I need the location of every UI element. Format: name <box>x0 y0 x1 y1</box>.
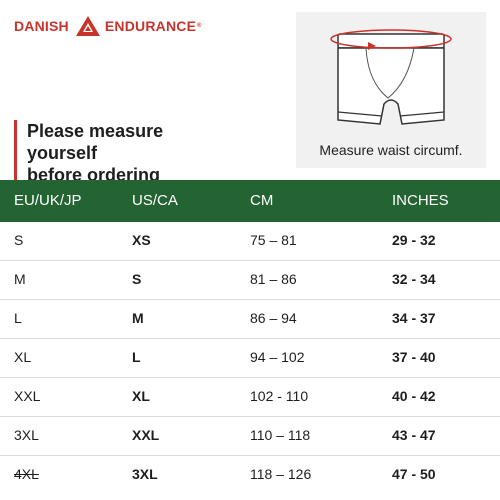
cell-cm: 110 – 118 <box>250 427 311 443</box>
brand-name-right: ENDURANCE <box>104 18 197 34</box>
cell-us: L <box>132 349 141 365</box>
cell-us: XS <box>132 232 151 248</box>
cell-inches: 37 - 40 <box>392 349 436 365</box>
waist-measure-illustration: Measure waist circumf. <box>296 12 486 168</box>
cell-us: M <box>132 310 144 326</box>
table-row: 4XL 3XL 118 – 126 47 - 50 <box>0 456 500 494</box>
cell-eu: M <box>14 271 26 287</box>
cell-eu: S <box>14 232 24 248</box>
table-row: 3XL XXL 110 – 118 43 - 47 <box>0 417 500 456</box>
headline-line-1: Please measure yourself <box>27 121 164 163</box>
cell-inches: 47 - 50 <box>392 466 436 482</box>
illustration-caption: Measure waist circumf. <box>319 142 463 158</box>
table-row: S XS 75 – 81 29 - 32 <box>0 222 500 261</box>
cell-cm: 86 – 94 <box>250 310 297 326</box>
trademark-symbol: ® <box>197 23 202 29</box>
cell-eu: XL <box>14 349 32 365</box>
cell-eu: 4XL <box>14 466 39 482</box>
cell-inches: 34 - 37 <box>392 310 436 326</box>
cell-inches: 32 - 34 <box>392 271 436 287</box>
table-row: M S 81 – 86 32 - 34 <box>0 261 500 300</box>
cell-us: 3XL <box>132 466 158 482</box>
cell-inches: 43 - 47 <box>392 427 436 443</box>
cell-cm: 118 – 126 <box>250 466 312 482</box>
cell-eu: XXL <box>14 388 41 404</box>
table-row: XXL XL 102 - 110 40 - 42 <box>0 378 500 417</box>
cell-us: XXL <box>132 427 160 443</box>
mountain-logo-icon <box>75 16 100 36</box>
cell-cm: 94 – 102 <box>250 349 305 365</box>
header-inches: INCHES <box>392 192 449 209</box>
underwear-drawing-icon <box>330 29 452 125</box>
cell-inches: 29 - 32 <box>392 232 436 248</box>
brand-name-left: DANISH <box>14 18 69 34</box>
cell-us: XL <box>132 388 150 404</box>
cell-cm: 81 – 86 <box>250 271 297 287</box>
cell-eu: 3XL <box>14 427 39 443</box>
brand-logo: DANISH ENDURANCE ® <box>14 14 202 38</box>
cell-inches: 40 - 42 <box>392 388 436 404</box>
cell-eu: L <box>14 310 22 326</box>
header-cm: CM <box>250 192 274 209</box>
table-row: L M 86 – 94 34 - 37 <box>0 300 500 339</box>
measure-headline: Please measure yourself before ordering <box>14 120 237 186</box>
header-eu-uk-jp: EU/UK/JP <box>14 192 82 209</box>
cell-cm: 102 - 110 <box>250 388 309 404</box>
table-row: XL L 94 – 102 37 - 40 <box>0 339 500 378</box>
cell-cm: 75 – 81 <box>250 232 297 248</box>
cell-us: S <box>132 271 142 287</box>
header-us-ca: US/CA <box>132 192 178 209</box>
size-table-header: EU/UK/JP US/CA CM INCHES <box>0 180 500 222</box>
